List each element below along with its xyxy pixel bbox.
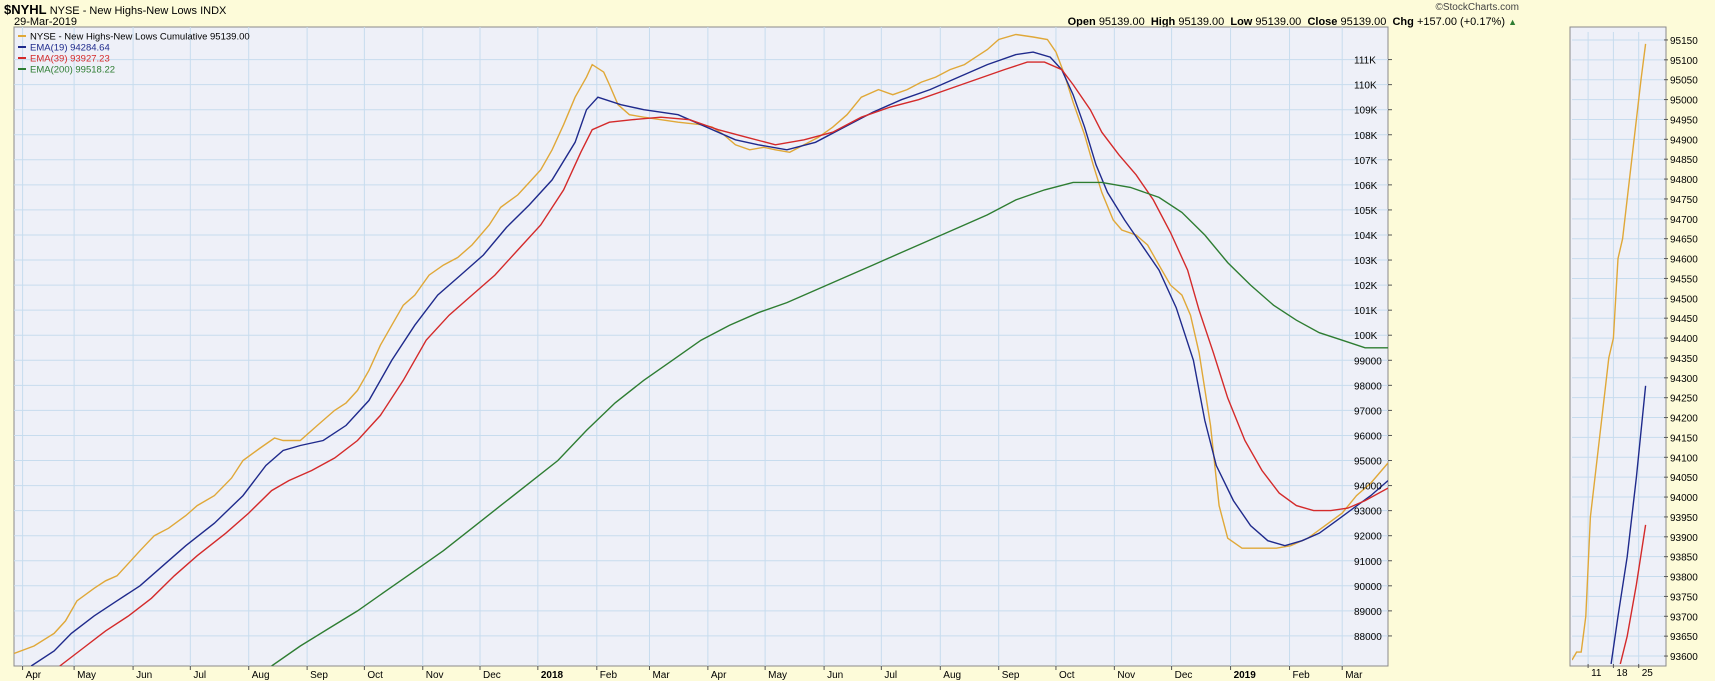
x-tick-label: Nov <box>1117 670 1135 681</box>
legend-entry: NYSE - New Highs-New Lows Cumulative 951… <box>30 32 250 43</box>
x-tick-label: Sep <box>1002 670 1020 681</box>
y-tick-label: 94600 <box>1670 255 1698 266</box>
y-tick-label: 94400 <box>1670 334 1698 345</box>
y-tick-label: 94300 <box>1670 374 1698 385</box>
y-tick-label: 93800 <box>1670 573 1698 584</box>
main-chart[interactable]: 88000 89000 90000 91000 92000 93000 94000 95000… <box>0 0 1715 681</box>
y-tick-label: 108K <box>1354 131 1378 142</box>
y-tick-label: 94650 <box>1670 235 1698 246</box>
y-tick-label: 95000 <box>1354 457 1382 468</box>
y-tick-label: 94700 <box>1670 215 1698 226</box>
x-tick-label: 25 <box>1642 668 1654 679</box>
y-tick-label: 93650 <box>1670 632 1698 643</box>
main-x-axis: Apr May Jun Jul Aug Sep Oct Nov Dec 2018 Feb Mar Apr… <box>22 666 1363 681</box>
y-tick-label: 106K <box>1354 181 1378 192</box>
y-tick-label: 94500 <box>1670 294 1698 305</box>
legend-entry: EMA(39) 93927.23 <box>30 54 110 65</box>
y-tick-label: 99000 <box>1354 356 1382 367</box>
y-tick-label: 109K <box>1354 106 1378 117</box>
y-tick-label: 95000 <box>1670 96 1698 107</box>
y-tick-label: 96000 <box>1354 431 1382 442</box>
x-tick-label: 2019 <box>1234 670 1257 681</box>
y-tick-label: 95150 <box>1670 36 1698 47</box>
y-tick-label: 94450 <box>1670 314 1698 325</box>
x-tick-label: Jul <box>193 670 206 681</box>
y-tick-label: 94000 <box>1670 493 1698 504</box>
x-tick-label: Dec <box>1175 670 1193 681</box>
y-tick-label: 101K <box>1354 306 1378 317</box>
y-tick-label: 88000 <box>1354 632 1382 643</box>
legend-entry: EMA(19) 94284.64 <box>30 43 110 54</box>
mini-y-axis: 93600 93650 93700 93750 93800 93850 93900 93950… <box>1664 36 1698 663</box>
x-tick-label: Apr <box>711 670 727 681</box>
y-tick-label: 94850 <box>1670 155 1698 166</box>
y-tick-label: 93000 <box>1354 507 1382 518</box>
x-tick-label: Aug <box>252 670 270 681</box>
y-tick-label: 94950 <box>1670 115 1698 126</box>
legend-entry: EMA(200) 99518.22 <box>30 65 115 76</box>
x-tick-label: Feb <box>600 670 618 681</box>
y-tick-label: 105K <box>1354 206 1378 217</box>
x-tick-label: 2018 <box>541 670 564 681</box>
x-tick-label: Jun <box>136 670 152 681</box>
y-tick-label: 93600 <box>1670 652 1698 663</box>
y-tick-label: 95050 <box>1670 76 1698 87</box>
y-tick-label: 94750 <box>1670 195 1698 206</box>
y-tick-label: 103K <box>1354 256 1378 267</box>
y-tick-label: 94800 <box>1670 175 1698 186</box>
y-tick-label: 94900 <box>1670 135 1698 146</box>
y-tick-label: 104K <box>1354 231 1378 242</box>
x-tick-label: 11 <box>1591 668 1602 679</box>
x-tick-label: Oct <box>367 670 383 681</box>
x-tick-label: Jun <box>827 670 843 681</box>
x-tick-label: 18 <box>1616 668 1628 679</box>
y-tick-label: 93850 <box>1670 553 1698 564</box>
y-tick-label: 97000 <box>1354 406 1382 417</box>
y-tick-label: 94100 <box>1670 453 1698 464</box>
x-tick-label: Sep <box>310 670 328 681</box>
y-tick-label: 89000 <box>1354 607 1382 618</box>
y-tick-label: 102K <box>1354 281 1378 292</box>
y-tick-label: 111K <box>1354 56 1376 67</box>
y-tick-label: 94050 <box>1670 473 1698 484</box>
y-tick-label: 93700 <box>1670 612 1698 623</box>
y-tick-label: 93750 <box>1670 592 1698 603</box>
y-tick-label: 93900 <box>1670 533 1698 544</box>
y-tick-label: 94200 <box>1670 414 1698 425</box>
y-tick-label: 94550 <box>1670 274 1698 285</box>
y-tick-label: 94150 <box>1670 433 1698 444</box>
x-tick-label: Nov <box>426 670 444 681</box>
x-tick-label: Mar <box>1345 670 1363 681</box>
y-tick-label: 90000 <box>1354 582 1382 593</box>
x-tick-label: Aug <box>943 670 961 681</box>
x-tick-label: Jul <box>884 670 897 681</box>
y-tick-label: 93950 <box>1670 513 1698 524</box>
y-tick-label: 94000 <box>1354 482 1382 493</box>
x-tick-label: Apr <box>26 670 42 681</box>
y-tick-label: 94350 <box>1670 354 1698 365</box>
x-tick-label: Oct <box>1059 670 1075 681</box>
y-tick-label: 100K <box>1354 331 1378 342</box>
x-tick-label: Feb <box>1293 670 1311 681</box>
y-tick-label: 94250 <box>1670 394 1698 405</box>
y-tick-label: 98000 <box>1354 381 1382 392</box>
y-tick-label: 95100 <box>1670 56 1698 67</box>
main-plot-area <box>13 26 1389 667</box>
x-tick-label: Mar <box>652 670 670 681</box>
x-tick-label: May <box>77 670 96 681</box>
y-tick-label: 91000 <box>1354 557 1382 568</box>
y-tick-label: 92000 <box>1354 532 1382 543</box>
y-tick-label: 110K <box>1354 81 1377 92</box>
x-tick-label: Dec <box>483 670 501 681</box>
y-tick-label: 107K <box>1354 156 1378 167</box>
mini-plot-area <box>1569 26 1667 667</box>
x-tick-label: May <box>768 670 787 681</box>
